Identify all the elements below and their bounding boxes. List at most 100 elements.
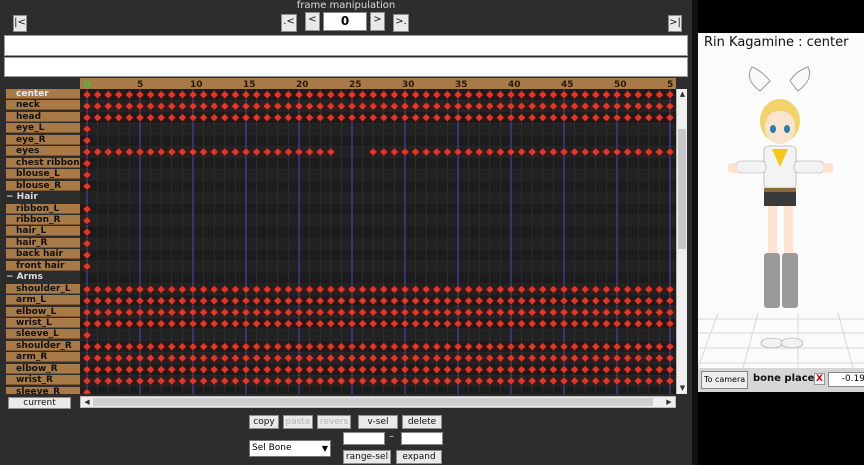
range-end-input[interactable] bbox=[401, 432, 443, 445]
bone-row[interactable]: ribbon_R bbox=[6, 214, 80, 225]
prev-frame-button[interactable]: < bbox=[305, 12, 320, 31]
chevron-down-icon: ▼ bbox=[321, 444, 328, 453]
bone-label: hair_R bbox=[16, 237, 48, 248]
x-coordinate-input[interactable]: -0.19 bbox=[828, 372, 864, 387]
3d-viewport[interactable]: Rin Kagamine : center bbox=[698, 33, 864, 368]
ruler-tick-label: 40 bbox=[508, 80, 521, 90]
bone-row[interactable]: ribbon_L bbox=[6, 203, 80, 214]
timeline-row[interactable] bbox=[80, 329, 676, 341]
bone-label: sleeve_R bbox=[16, 386, 61, 394]
reverse-paste-button[interactable]: revers bbox=[317, 415, 351, 429]
timeline-row[interactable] bbox=[80, 214, 676, 227]
bone-label: ribbon_L bbox=[16, 203, 60, 214]
v-sel-button[interactable]: v-sel bbox=[358, 415, 398, 429]
bone-label: sleeve_L bbox=[16, 329, 59, 340]
timeline-row[interactable] bbox=[80, 237, 676, 250]
frame-number-input[interactable]: 0 bbox=[323, 12, 367, 31]
timeline-row[interactable] bbox=[80, 134, 676, 147]
bone-row[interactable]: wrist_L bbox=[6, 318, 80, 328]
bone-label: blouse_R bbox=[16, 180, 62, 191]
timeline-row[interactable] bbox=[80, 272, 676, 284]
bone-row[interactable]: shoulder_R bbox=[6, 340, 80, 351]
bone-row[interactable]: back hair bbox=[6, 249, 80, 260]
last-frame-button[interactable]: >| bbox=[668, 15, 682, 32]
bone-row[interactable]: eyes bbox=[6, 146, 80, 157]
bone-label: eye_R bbox=[16, 134, 46, 145]
sel-bone-dropdown[interactable]: Sel Bone ▼ bbox=[249, 440, 331, 457]
timeline-row[interactable] bbox=[80, 169, 676, 181]
bone-row[interactable]: arm_L bbox=[6, 295, 80, 306]
timeline-row[interactable] bbox=[80, 260, 676, 273]
bone-row[interactable]: sleeve_R bbox=[6, 386, 80, 394]
bone-label: elbow_L bbox=[16, 306, 57, 317]
bone-list: center neck head eye_L eye_R eyes chest ribbon… bbox=[6, 89, 80, 394]
delete-button[interactable]: delete bbox=[402, 415, 442, 429]
to-camera-button[interactable]: To camera bbox=[701, 371, 749, 389]
bone-label: shoulder_R bbox=[16, 340, 72, 351]
next-frame-button[interactable]: > bbox=[370, 12, 385, 31]
bone-row[interactable]: blouse_R bbox=[6, 180, 80, 191]
timeline-row[interactable] bbox=[80, 180, 676, 193]
bone-label: neck bbox=[16, 100, 40, 111]
timeline-row[interactable] bbox=[80, 192, 676, 204]
timeline-row[interactable] bbox=[80, 226, 676, 238]
bone-row[interactable]: front hair bbox=[6, 260, 80, 271]
timeline-row[interactable] bbox=[80, 386, 676, 394]
bone-place-label: bone place bbox=[753, 373, 815, 384]
bone-label: front hair bbox=[16, 260, 65, 271]
bone-row[interactable]: eye_R bbox=[6, 134, 80, 145]
current-button[interactable]: current bbox=[8, 397, 71, 409]
timeline-row[interactable] bbox=[80, 203, 676, 215]
scroll-left-arrow-icon[interactable]: ◀ bbox=[81, 397, 93, 407]
bone-row[interactable]: elbow_L bbox=[6, 306, 80, 317]
horizontal-scroll-thumb[interactable] bbox=[93, 398, 653, 406]
ruler-tick-label: 5 bbox=[667, 80, 673, 90]
horizontal-scrollbar[interactable]: ◀ ▶ bbox=[80, 396, 676, 408]
vertical-scrollbar[interactable]: ▲ ▼ bbox=[676, 89, 687, 394]
range-sel-button[interactable]: range-sel bbox=[343, 450, 391, 464]
bone-row[interactable]: sleeve_L bbox=[6, 329, 80, 340]
bone-row[interactable]: hair_L bbox=[6, 226, 80, 237]
bone-row[interactable]: shoulder_L bbox=[6, 283, 80, 294]
bone-label: blouse_L bbox=[16, 169, 60, 180]
timeline-row[interactable] bbox=[80, 123, 676, 135]
bone-row[interactable]: neck bbox=[6, 100, 80, 111]
timeline-row[interactable] bbox=[80, 249, 676, 261]
prev-keyframe-button[interactable]: .< bbox=[281, 14, 297, 32]
bone-label: wrist_R bbox=[16, 375, 53, 386]
bone-label: chest ribbon bbox=[16, 157, 80, 168]
x-axis-button[interactable]: X bbox=[814, 373, 825, 385]
first-frame-button[interactable]: |< bbox=[13, 15, 27, 32]
bone-label: − Hair bbox=[6, 192, 38, 203]
bone-row[interactable]: center bbox=[6, 89, 80, 99]
bone-label: back hair bbox=[16, 249, 63, 260]
vertical-scroll-thumb[interactable] bbox=[678, 129, 686, 249]
paste-button[interactable]: paste bbox=[283, 415, 313, 429]
scroll-up-arrow-icon[interactable]: ▲ bbox=[677, 89, 688, 100]
bone-label: shoulder_L bbox=[16, 283, 71, 294]
bone-row[interactable]: head bbox=[6, 111, 80, 122]
bone-label: hair_L bbox=[16, 226, 47, 237]
expand-button[interactable]: expand bbox=[396, 450, 442, 464]
copy-button[interactable]: copy bbox=[249, 415, 279, 429]
bone-folder[interactable]: − Hair bbox=[6, 192, 80, 203]
bone-row[interactable]: blouse_L bbox=[6, 169, 80, 180]
bone-folder[interactable]: − Arms bbox=[6, 272, 80, 283]
bone-label: arm_L bbox=[16, 295, 47, 306]
next-keyframe-button[interactable]: >. bbox=[393, 14, 409, 32]
range-dash: – bbox=[389, 431, 394, 442]
bone-row[interactable]: chest ribbon bbox=[6, 157, 80, 168]
scroll-right-arrow-icon[interactable]: ▶ bbox=[663, 397, 675, 407]
timeline-panel: frame manipulation |< .< < 0 > >. >| cen… bbox=[0, 0, 692, 465]
timeline-row[interactable] bbox=[80, 157, 676, 170]
bone-row[interactable]: eye_L bbox=[6, 123, 80, 134]
bone-row[interactable]: hair_R bbox=[6, 237, 80, 248]
frame-ruler[interactable] bbox=[80, 78, 676, 89]
ruler-tick-label: 0 bbox=[84, 80, 90, 90]
bone-row[interactable]: wrist_R bbox=[6, 375, 80, 386]
keyframe-grid[interactable]: 0 5 10 15 20 25 30 35 40 45 50 5 bbox=[80, 78, 676, 394]
bone-row[interactable]: arm_R bbox=[6, 352, 80, 363]
bone-row[interactable]: elbow_R bbox=[6, 363, 80, 374]
scroll-down-arrow-icon[interactable]: ▼ bbox=[677, 383, 688, 394]
range-start-input[interactable] bbox=[343, 432, 385, 445]
